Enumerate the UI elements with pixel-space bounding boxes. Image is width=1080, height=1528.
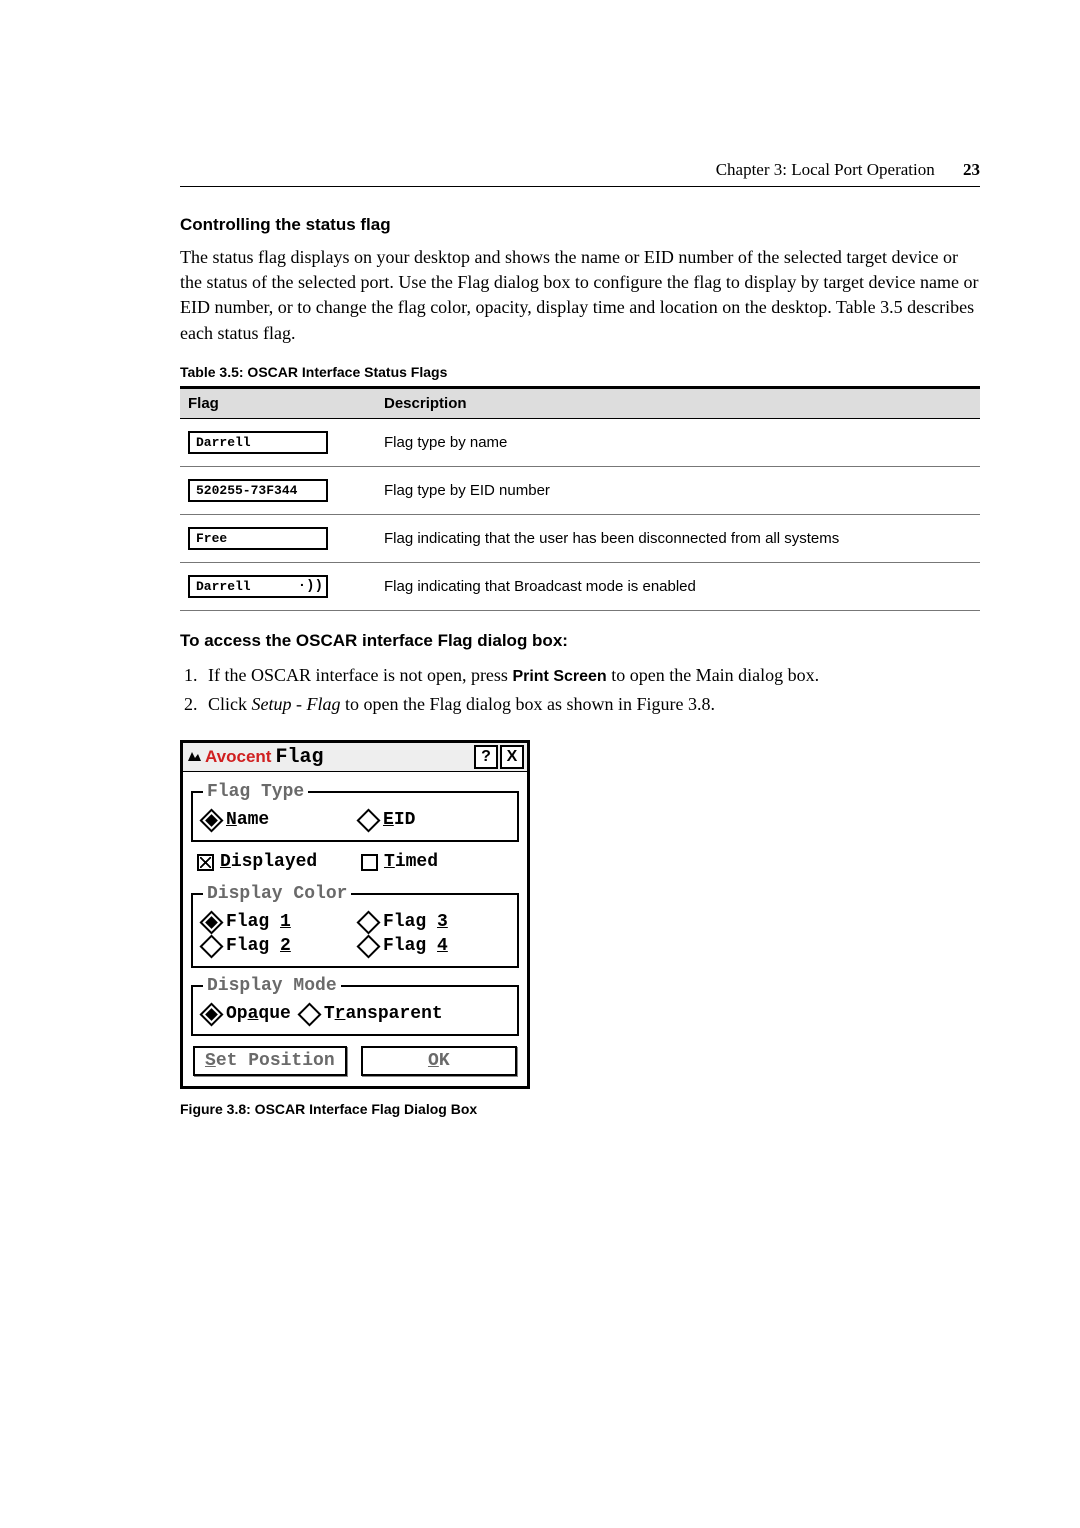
- step-2: Click Setup - Flag to open the Flag dial…: [202, 690, 980, 719]
- display-mode-group: Display Mode Opaque Transparent: [191, 976, 519, 1036]
- titlebar[interactable]: Avocent Flag ? X: [183, 743, 527, 772]
- radio-empty-icon: [356, 808, 380, 832]
- header-rule: [180, 186, 980, 187]
- table-row: Free Flag indicating that the user has b…: [180, 514, 980, 562]
- table-row: Darrell·)) Flag indicating that Broadcas…: [180, 562, 980, 610]
- status-flags-table: Flag Description Darrell Flag type by na…: [180, 386, 980, 611]
- ok-button[interactable]: OK: [361, 1046, 517, 1076]
- radio-opaque[interactable]: Opaque: [203, 1004, 291, 1024]
- step-1: If the OSCAR interface is not open, pres…: [202, 661, 980, 690]
- radio-empty-icon: [199, 934, 223, 958]
- flag-dialog: Avocent Flag ? X Flag Type Name EID: [180, 740, 530, 1089]
- page-number: 23: [939, 160, 980, 179]
- radio-selected-icon: [199, 808, 223, 832]
- radio-empty-icon: [356, 934, 380, 958]
- table-caption: Table 3.5: OSCAR Interface Status Flags: [180, 364, 980, 380]
- brand-label: Avocent: [205, 747, 271, 767]
- flag-desc: Flag type by EID number: [376, 466, 980, 514]
- logo-icon: [186, 749, 202, 765]
- flag-desc: Flag indicating that the user has been d…: [376, 514, 980, 562]
- flag-example: 520255-73F344: [188, 479, 328, 502]
- table-row: Darrell Flag type by name: [180, 418, 980, 466]
- radio-empty-icon: [297, 1002, 321, 1026]
- display-mode-legend: Display Mode: [203, 976, 341, 996]
- set-position-button[interactable]: Set Position: [193, 1046, 347, 1076]
- col-desc: Description: [376, 387, 980, 418]
- figure-caption: Figure 3.8: OSCAR Interface Flag Dialog …: [180, 1101, 980, 1117]
- flag-example: Free: [188, 527, 328, 550]
- section-body: The status flag displays on your desktop…: [180, 245, 980, 346]
- section-heading: Controlling the status flag: [180, 215, 980, 235]
- chapter-title: Chapter 3: Local Port Operation: [716, 160, 935, 179]
- radio-flag-2[interactable]: Flag 2: [203, 936, 350, 956]
- radio-selected-icon: [199, 910, 223, 934]
- close-button[interactable]: X: [500, 745, 524, 769]
- display-color-legend: Display Color: [203, 884, 351, 904]
- checkbox-timed[interactable]: Timed: [361, 852, 513, 872]
- radio-flag-3[interactable]: Flag 3: [360, 912, 507, 932]
- checkbox-empty-icon: [361, 854, 378, 871]
- flag-type-group: Flag Type Name EID: [191, 782, 519, 842]
- flag-desc: Flag indicating that Broadcast mode is e…: [376, 562, 980, 610]
- radio-flag-4[interactable]: Flag 4: [360, 936, 507, 956]
- radio-name[interactable]: Name: [203, 810, 350, 830]
- broadcast-icon: ·)): [298, 578, 323, 594]
- radio-selected-icon: [199, 1002, 223, 1026]
- flag-example: Darrell·)): [188, 575, 328, 598]
- radio-empty-icon: [356, 910, 380, 934]
- section-heading: To access the OSCAR interface Flag dialo…: [180, 631, 980, 651]
- flag-type-legend: Flag Type: [203, 782, 308, 802]
- radio-transparent[interactable]: Transparent: [301, 1004, 507, 1024]
- radio-eid[interactable]: EID: [360, 810, 507, 830]
- flag-desc: Flag type by name: [376, 418, 980, 466]
- checkbox-checked-icon: [197, 854, 214, 871]
- help-button[interactable]: ?: [474, 745, 498, 769]
- dialog-title: Flag: [275, 746, 323, 769]
- radio-flag-1[interactable]: Flag 1: [203, 912, 350, 932]
- table-row: 520255-73F344 Flag type by EID number: [180, 466, 980, 514]
- checkbox-displayed[interactable]: Displayed: [197, 852, 349, 872]
- flag-example: Darrell: [188, 431, 328, 454]
- col-flag: Flag: [180, 387, 376, 418]
- display-color-group: Display Color Flag 1 Flag 3 Flag 2: [191, 884, 519, 968]
